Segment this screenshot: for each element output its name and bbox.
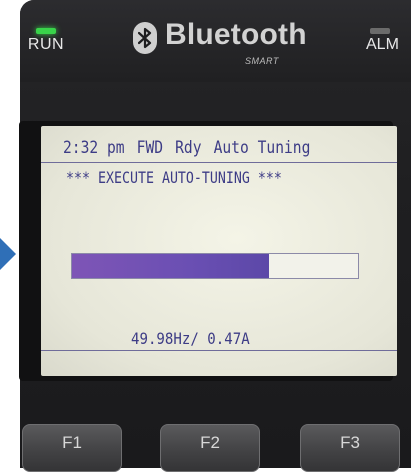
bottom-divider: [41, 350, 397, 351]
bluetooth-logo: Bluetooth SMART: [133, 18, 333, 68]
f1-key[interactable]: F1: [22, 424, 122, 472]
lcd-screen: 2:32 pm FWD Rdy Auto Tuning *** EXECUTE AUT…: [41, 126, 397, 376]
f3-key[interactable]: F3: [300, 424, 400, 472]
f2-key[interactable]: F2: [160, 424, 260, 472]
status-mode: Auto Tuning: [213, 138, 311, 158]
alarm-label: ALM: [366, 36, 399, 53]
status-line: 2:32 pm FWD Rdy Auto Tuning: [63, 138, 310, 158]
run-indicator: RUN: [24, 28, 68, 54]
frequency-current-readout: 49.98Hz/ 0.47A: [131, 329, 250, 348]
bluetooth-smart-label: SMART: [245, 56, 279, 66]
status-time: 2:32 pm: [63, 138, 125, 158]
progress-fill: [72, 254, 270, 278]
status-divider: [41, 162, 397, 163]
bluetooth-wordmark: Bluetooth: [165, 18, 307, 51]
pointer-arrow-icon: [0, 238, 16, 270]
run-led-icon: [36, 28, 56, 34]
alarm-led-icon: [370, 28, 390, 34]
status-direction: FWD: [136, 138, 164, 158]
auto-tuning-progress-bar: [71, 253, 359, 279]
run-label: RUN: [27, 36, 65, 53]
status-state: Rdy: [175, 138, 202, 158]
bluetooth-icon: [133, 22, 157, 54]
screen-title: *** EXECUTE AUTO-TUNING ***: [66, 168, 282, 187]
alarm-indicator: ALM: [366, 28, 411, 54]
